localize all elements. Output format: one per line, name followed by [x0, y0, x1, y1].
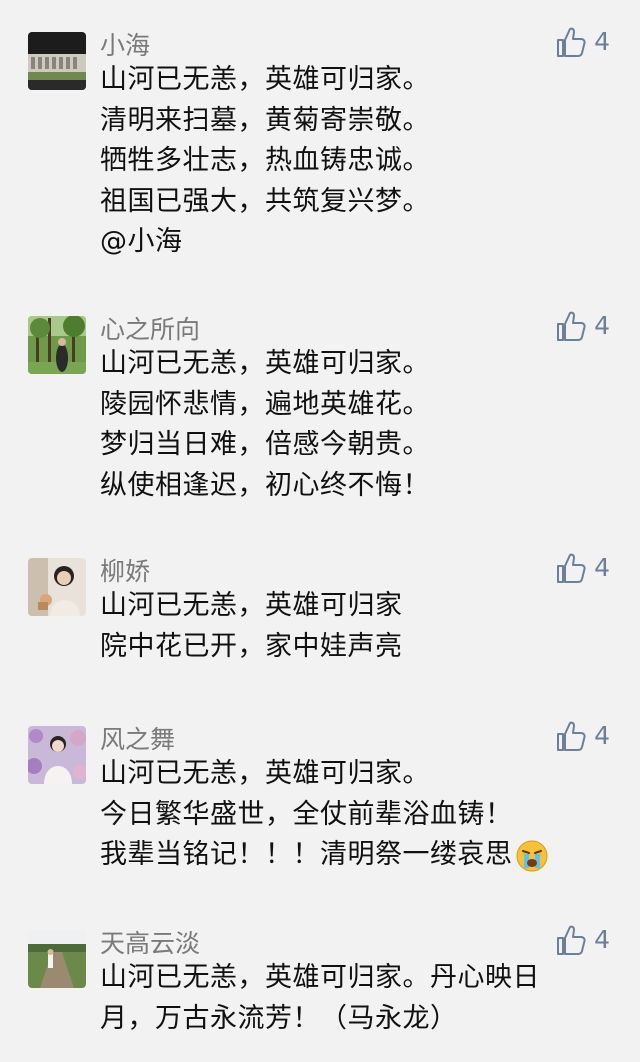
comment-line: 陵园怀悲情，遍地英雄花。: [100, 388, 430, 420]
comment-text: 山河已无恙，英雄可归家 院中花已开，家中娃声亮: [100, 586, 600, 667]
avatar-building-photo-icon: [28, 32, 86, 90]
like-count: 4: [594, 721, 610, 750]
commenter-name[interactable]: 小海: [100, 30, 150, 62]
thumbs-up-icon: [557, 27, 586, 57]
comment-text: 山河已无恙，英雄可归家。 清明来扫墓，黄菊寄崇敬。 牺牲多壮志，热血铸忠诚。 祖…: [100, 60, 600, 263]
like-button[interactable]: 4: [556, 552, 610, 584]
comment-line: 院中花已开，家中娃声亮: [100, 630, 403, 662]
avatar-forest-photo-icon: [28, 316, 86, 374]
comment-text: 山河已无恙，英雄可归家。丹心映日 月，万古永流芳！（马永龙）: [100, 958, 600, 1039]
avatar[interactable]: [28, 930, 86, 988]
like-count: 4: [594, 553, 610, 582]
comment-line: 牺牲多壮志，热血铸忠诚。: [100, 145, 430, 176]
like-count: 4: [594, 27, 610, 56]
comment-text: 山河已无恙，英雄可归家。 今日繁华盛世，全仗前辈浴血铸！ 我辈当铭记！！！清明祭…: [100, 754, 600, 876]
comment-line: 清明来扫墓，黄菊寄崇敬。: [100, 104, 430, 136]
comment-line-with-emoji: 我辈当铭记！！！清明祭一缕哀思: [100, 835, 600, 876]
thumbs-up-icon: [557, 311, 586, 341]
comment-list: 小海 4 山河已无恙，英雄可归家。 清明来扫墓，黄菊寄崇敬。 牺牲多壮志，热血铸…: [0, 0, 640, 1062]
avatar[interactable]: [28, 558, 86, 616]
thumbs-up-icon: [557, 721, 586, 751]
avatar-flowers-photo-icon: [28, 726, 86, 784]
like-button[interactable]: 4: [556, 720, 610, 752]
like-button[interactable]: 4: [556, 26, 610, 58]
comment-line: 月，万古永流芳！（马永龙）: [100, 1002, 458, 1034]
comment-line: 纵使相逢迟，初心终不悔！: [100, 469, 430, 501]
comment-line: 梦归当日难，倍感今朝贵。: [100, 429, 430, 460]
comment-line: 今日繁华盛世，全仗前辈浴血铸！: [100, 798, 513, 830]
thumbs-up-icon: [557, 925, 586, 955]
comment-line: @小海: [100, 226, 183, 257]
comment-line-text: 我辈当铭记！！！清明祭一缕哀思: [100, 839, 513, 870]
like-count: 4: [594, 311, 610, 340]
comment-line: 祖国已强大，共筑复兴梦。: [100, 185, 430, 217]
avatar[interactable]: [28, 32, 86, 90]
like-button[interactable]: 4: [556, 924, 610, 956]
comment-line: 山河已无恙，英雄可归家: [100, 590, 403, 621]
commenter-name[interactable]: 天高云淡: [100, 928, 200, 960]
comment-line: 山河已无恙，英雄可归家。丹心映日: [100, 962, 540, 993]
comment-line: 山河已无恙，英雄可归家。: [100, 348, 430, 379]
thumbs-up-icon: [557, 553, 586, 583]
comment-line: 山河已无恙，英雄可归家。: [100, 758, 430, 789]
comment-text: 山河已无恙，英雄可归家。 陵园怀悲情，遍地英雄花。 梦归当日难，倍感今朝贵。 纵…: [100, 344, 600, 506]
avatar[interactable]: [28, 726, 86, 784]
avatar-field-photo-icon: [28, 930, 86, 988]
crying-face-icon: [516, 840, 547, 871]
commenter-name[interactable]: 心之所向: [100, 314, 200, 346]
comment-line: 山河已无恙，英雄可归家。: [100, 64, 430, 95]
commenter-name[interactable]: 柳娇: [100, 556, 150, 588]
like-count: 4: [594, 925, 610, 954]
avatar[interactable]: [28, 316, 86, 374]
like-button[interactable]: 4: [556, 310, 610, 342]
avatar-portrait-photo-icon: [28, 558, 86, 616]
commenter-name[interactable]: 风之舞: [100, 724, 175, 756]
